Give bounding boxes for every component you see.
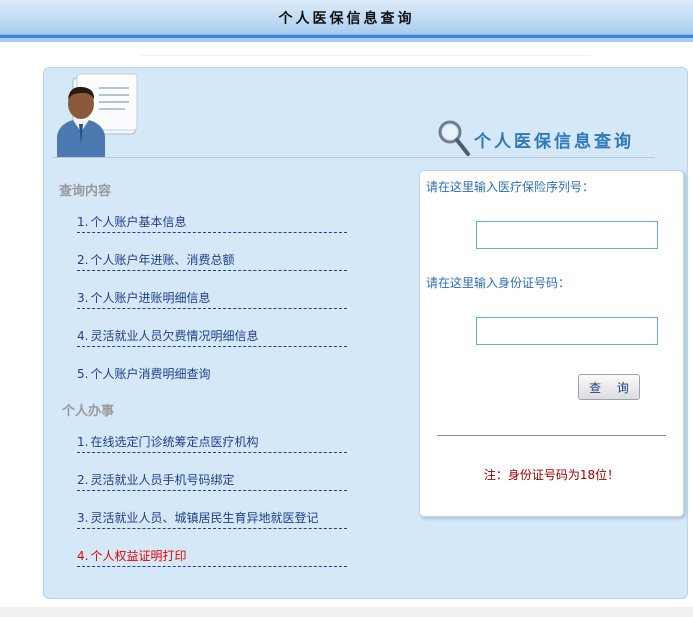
link-label: 灵活就业人员欠费情况明细信息 [90,329,259,343]
page-title: 个人医保信息查询 [474,132,634,152]
magnifier-icon [438,120,470,156]
link-bind-phone[interactable]: 2. 灵活就业人员手机号码绑定 [77,471,347,491]
id-length-note: 注：身份证号码为18位！ [483,468,620,482]
dashed-divider [77,270,347,271]
link-number: 4. [77,329,89,343]
link-label: 个人账户进账明细信息 [90,291,211,305]
section-title-query: 查询内容 [59,184,112,199]
link-label: 个人账户年进账、消费总额 [90,253,235,267]
link-select-clinic[interactable]: 1. 在线选定门诊统筹定点医疗机构 [77,433,347,453]
section-title-services: 个人办事 [62,404,115,419]
dashed-divider [77,308,347,309]
link-account-basic-info[interactable]: 1. 个人账户基本信息 [77,213,347,233]
header-divider [52,157,655,158]
link-label: 灵活就业人员、城镇居民生育异地就医登记 [90,511,319,525]
query-button[interactable]: 查 询 [578,374,640,400]
divider [140,55,590,56]
link-annual-totals[interactable]: 2. 个人账户年进账、消费总额 [77,251,347,271]
link-deposit-details[interactable]: 3. 个人账户进账明细信息 [77,289,347,309]
id-number-label: 请在这里输入身份证号码： [426,276,571,290]
link-number: 1. [77,215,89,229]
dashed-divider [77,490,347,491]
link-number: 2. [77,473,89,487]
dashed-divider [77,346,347,347]
link-number: 2. [77,253,89,267]
link-number: 5. [77,367,89,381]
link-consumption-details[interactable]: 5. 个人账户消费明细查询 [77,365,347,382]
insurance-number-label: 请在这里输入医疗保险序列号： [426,180,595,194]
dashed-divider [77,566,347,567]
link-number: 4. [77,549,89,563]
dashed-divider [77,232,347,233]
link-maternity-registration[interactable]: 3. 灵活就业人员、城镇居民生育异地就医登记 [77,509,347,529]
link-number: 1. [77,435,89,449]
link-label: 个人权益证明打印 [90,549,187,563]
link-rights-certificate[interactable]: 4. 个人权益证明打印 [77,547,347,567]
link-arrears-details[interactable]: 4. 灵活就业人员欠费情况明细信息 [77,327,347,347]
form-divider [437,435,666,436]
insurance-number-input[interactable] [476,221,658,249]
link-label: 灵活就业人员手机号码绑定 [90,473,235,487]
link-label: 个人账户消费明细查询 [90,367,211,381]
dashed-divider [77,528,347,529]
dashed-divider [77,452,347,453]
link-number: 3. [77,291,89,305]
link-label: 在线选定门诊统筹定点医疗机构 [90,435,259,449]
title-stripe-light [0,38,693,42]
link-label: 个人账户基本信息 [90,215,187,229]
person-card-icon [57,73,138,158]
window-title: 个人医保信息查询 [278,11,415,27]
link-number: 3. [77,511,89,525]
title-bar: 个人医保信息查询 [0,0,693,35]
footer-strip [0,607,693,617]
id-number-input[interactable] [476,317,658,345]
